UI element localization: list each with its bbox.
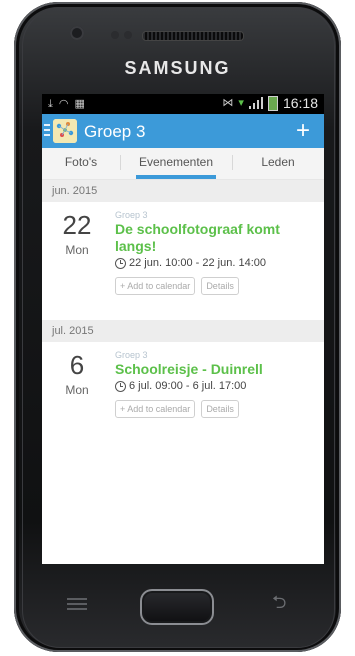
back-key-icon[interactable]: ⮌ — [272, 590, 286, 620]
event-time: 22 jun. 10:00 - 22 jun. 14:00 — [115, 257, 314, 269]
battery-icon — [267, 95, 278, 111]
event-item[interactable]: 22 Mon Groep 3 De schoolfotograaf komt l… — [42, 202, 324, 306]
download-icon: ⤓ — [48, 97, 53, 110]
event-time-text: 6 jul. 09:00 - 6 jul. 17:00 — [129, 380, 247, 392]
event-day: 6 — [69, 350, 85, 380]
event-weekday: Mon — [65, 383, 89, 397]
menu-key-icon[interactable] — [67, 598, 87, 612]
status-left: ⤓ ◠ ▦ — [48, 96, 85, 112]
status-time: 16:18 — [282, 95, 318, 111]
event-item[interactable]: 6 Mon Groep 3 Schoolreisje - Duinrell 6 … — [42, 342, 324, 442]
event-day: 22 — [62, 210, 92, 240]
clock-icon — [115, 257, 126, 269]
sensor-icon — [111, 31, 119, 39]
event-title[interactable]: Schoolreisje - Duinrell — [115, 361, 314, 378]
event-title[interactable]: De schoolfotograaf komt langs! — [115, 221, 314, 255]
clock-icon — [115, 380, 126, 392]
month-header: jun. 2015 — [42, 180, 324, 202]
cell-signal-icon — [248, 97, 263, 109]
home-button[interactable] — [140, 589, 214, 625]
event-time: 6 jul. 09:00 - 6 jul. 17:00 — [115, 380, 314, 392]
front-camera-icon — [70, 26, 84, 40]
event-date: 6 Mon — [42, 350, 112, 397]
tab-events[interactable]: Evenementen — [120, 148, 232, 179]
event-actions: + Add to calendar Details — [115, 277, 314, 295]
month-header: jul. 2015 — [42, 320, 324, 342]
app-bar: Groep 3 + — [42, 114, 324, 148]
brand-logo: SAMSUNG — [124, 58, 231, 78]
details-button[interactable]: Details — [201, 400, 239, 418]
event-info: Groep 3 De schoolfotograaf komt langs! 2… — [115, 210, 314, 295]
tab-divider — [120, 155, 121, 170]
event-group: Groep 3 — [115, 210, 148, 220]
details-button[interactable]: Details — [201, 277, 239, 295]
sensor-icon — [124, 31, 132, 39]
status-bar: ⤓ ◠ ▦ ⋈ ▾ 16:18 — [42, 94, 324, 114]
screen: ⤓ ◠ ▦ ⋈ ▾ 16:18 Groep 3 + Foto's Eveneme… — [42, 94, 324, 564]
tab-divider — [232, 155, 233, 170]
wifi-signal-icon: ▾ — [238, 96, 244, 109]
drawer-icon[interactable] — [44, 124, 50, 138]
sd-card-icon: ▦ — [74, 97, 85, 110]
add-to-calendar-button[interactable]: + Add to calendar — [115, 277, 196, 295]
earpiece-speaker — [142, 31, 244, 41]
wifi-icon: ◠ — [58, 97, 69, 110]
event-group: Groep 3 — [115, 350, 148, 360]
hardware-keys: ⮌ — [14, 562, 341, 652]
status-right: ⋈ ▾ 16:18 — [222, 95, 318, 111]
event-time-text: 22 jun. 10:00 - 22 jun. 14:00 — [129, 257, 266, 269]
group-avatar[interactable] — [53, 119, 77, 143]
event-info: Groep 3 Schoolreisje - Duinrell 6 jul. 0… — [115, 350, 314, 418]
stage: SAMSUNG ⤓ ◠ ▦ ⋈ ▾ 16:18 Groep 3 + Foto's… — [0, 0, 355, 656]
tab-photos[interactable]: Foto's — [42, 148, 120, 179]
tab-members[interactable]: Leden — [232, 148, 324, 179]
event-weekday: Mon — [65, 243, 89, 257]
vibrate-icon: ⋈ — [222, 96, 234, 109]
tab-bar: Foto's Evenementen Leden — [42, 148, 324, 180]
add-to-calendar-button[interactable]: + Add to calendar — [115, 400, 196, 418]
event-date: 22 Mon — [42, 210, 112, 257]
add-event-button[interactable]: + — [296, 117, 310, 145]
event-actions: + Add to calendar Details — [115, 400, 314, 418]
group-title[interactable]: Groep 3 — [84, 122, 145, 142]
